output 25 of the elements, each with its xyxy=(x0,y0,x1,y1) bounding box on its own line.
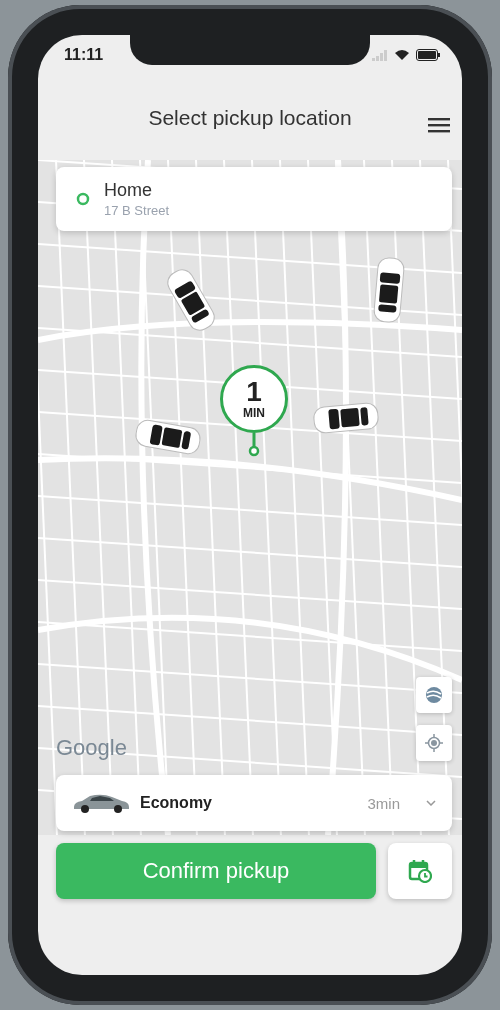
crosshair-icon xyxy=(425,734,443,752)
calendar-clock-icon xyxy=(408,859,432,883)
pickup-location-card[interactable]: Home 17 B Street xyxy=(56,167,452,231)
status-time: 11:11 xyxy=(64,46,104,64)
eta-value: 1 xyxy=(246,378,262,406)
menu-icon xyxy=(428,117,450,133)
signal-icon xyxy=(372,49,388,61)
page-title: Select pickup location xyxy=(148,105,352,130)
ride-eta: 3min xyxy=(367,794,400,812)
wifi-icon xyxy=(394,49,410,61)
schedule-button[interactable] xyxy=(388,843,452,899)
location-address: 17 B Street xyxy=(104,203,170,218)
location-dot-icon xyxy=(76,192,90,206)
eta-unit: MIN xyxy=(243,406,265,420)
ride-type-name: Economy xyxy=(140,794,213,812)
map-layer-button[interactable] xyxy=(416,677,452,713)
menu-button[interactable] xyxy=(428,117,450,133)
location-name: Home xyxy=(104,180,153,201)
globe-icon xyxy=(425,686,443,704)
ride-type-selector[interactable]: Economy 3min xyxy=(56,775,452,831)
battery-icon xyxy=(416,49,440,61)
chevron-down-icon xyxy=(426,800,436,806)
sedan-car-icon xyxy=(72,793,130,813)
my-location-button[interactable] xyxy=(416,725,452,761)
map-attribution: Google xyxy=(56,735,127,761)
